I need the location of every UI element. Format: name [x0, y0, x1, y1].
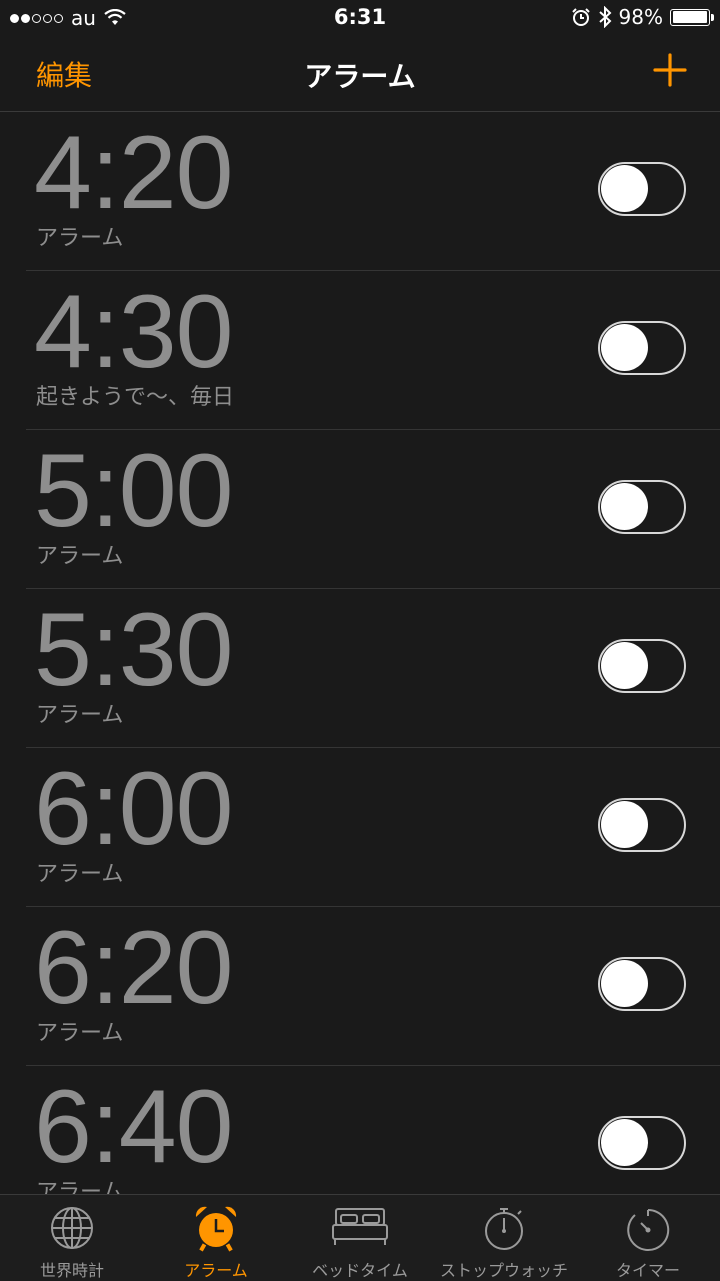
alarm-row[interactable]: 6:40 アラーム	[26, 1066, 720, 1194]
alarm-time: 6:40	[34, 1069, 233, 1185]
add-alarm-button[interactable]	[652, 52, 688, 88]
alarm-row[interactable]: 5:00 アラーム	[26, 430, 720, 589]
toggle-knob	[601, 1119, 648, 1166]
bed-icon	[332, 1208, 388, 1245]
tab-timer[interactable]: タイマー	[576, 1195, 720, 1281]
alarm-toggle[interactable]	[598, 1116, 686, 1170]
alarm-label: アラーム	[36, 544, 124, 569]
tab-stopwatch[interactable]: ストップウォッチ	[432, 1195, 576, 1281]
alarm-toggle[interactable]	[598, 957, 686, 1011]
toggle-knob	[601, 642, 648, 689]
alarm-toggle[interactable]	[598, 798, 686, 852]
alarm-row[interactable]: 5:30 アラーム	[26, 589, 720, 748]
alarm-time: 4:30	[34, 274, 233, 390]
status-right: 98%	[571, 5, 714, 29]
battery-fill	[672, 11, 707, 23]
tab-world-clock[interactable]: 世界時計	[0, 1195, 144, 1281]
tab-label: ストップウォッチ	[439, 1261, 568, 1280]
stopwatch-icon	[485, 1208, 523, 1250]
alarm-time: 5:30	[34, 592, 233, 708]
battery-percent: 98%	[618, 5, 663, 29]
tab-label: タイマー	[615, 1261, 680, 1280]
tab-bar: 世界時計 アラーム ベッドタイム ストップウォッチ タイマー	[0, 1194, 720, 1281]
toggle-knob	[601, 324, 648, 371]
alarm-toggle[interactable]	[598, 480, 686, 534]
toggle-knob	[601, 165, 648, 212]
status-bar: au 6:31 98%	[0, 0, 720, 36]
toggle-knob	[601, 960, 648, 1007]
globe-icon	[51, 1207, 93, 1249]
tab-label: ベッドタイム	[312, 1261, 408, 1280]
tab-label: 世界時計	[39, 1261, 104, 1280]
alarm-time: 5:00	[34, 433, 233, 549]
alarm-time: 6:00	[34, 751, 233, 867]
bluetooth-icon	[598, 6, 611, 28]
alarm-row[interactable]: 4:20 アラーム	[26, 112, 720, 271]
alarm-row[interactable]: 4:30 起きようで〜、毎日	[26, 271, 720, 430]
alarm-time: 4:20	[34, 115, 233, 231]
alarm-toggle[interactable]	[598, 162, 686, 216]
plus-icon	[653, 53, 687, 87]
alarm-label: アラーム	[36, 862, 124, 887]
alarm-clock-icon	[195, 1206, 237, 1252]
toggle-knob	[601, 483, 648, 530]
alarm-time: 6:20	[34, 910, 233, 1026]
toggle-knob	[601, 801, 648, 848]
alarm-label: アラーム	[36, 1180, 124, 1194]
tab-alarm[interactable]: アラーム	[144, 1195, 288, 1281]
alarm-label: アラーム	[36, 1021, 124, 1046]
alarm-row[interactable]: 6:00 アラーム	[26, 748, 720, 907]
page-title: アラーム	[304, 60, 416, 93]
tab-bedtime[interactable]: ベッドタイム	[288, 1195, 432, 1281]
alarm-label: 起きようで〜、毎日	[36, 385, 235, 410]
alarm-row[interactable]: 6:20 アラーム	[26, 907, 720, 1066]
timer-icon	[627, 1208, 670, 1251]
tab-label: アラーム	[184, 1261, 248, 1280]
alarm-label: アラーム	[36, 703, 124, 728]
alarm-label: アラーム	[36, 226, 124, 251]
alarm-toggle[interactable]	[598, 639, 686, 693]
alarm-clock-icon	[571, 8, 590, 26]
navigation-bar: 編集 アラーム	[0, 36, 720, 112]
alarm-toggle[interactable]	[598, 321, 686, 375]
battery-icon	[670, 8, 714, 26]
alarm-list: 4:20 アラーム 4:30 起きようで〜、毎日 5:00 アラーム 5:30 …	[0, 112, 720, 1194]
